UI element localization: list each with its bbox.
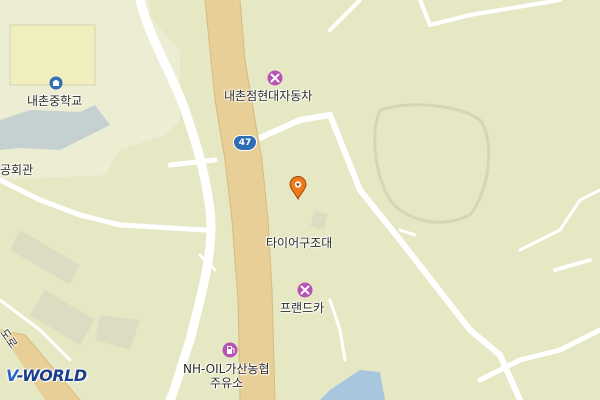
- logo-prefix: V: [6, 366, 17, 385]
- label-tire-facility[interactable]: 타이어구조대: [266, 236, 332, 250]
- vworld-logo: V-WORLD: [6, 366, 87, 385]
- map-base-layer: [0, 0, 600, 400]
- label-school[interactable]: 내촌중학교: [27, 94, 82, 108]
- school-icon[interactable]: [49, 76, 63, 90]
- label-repair-shop-2[interactable]: 프랜드카: [280, 301, 324, 315]
- label-gas-station-line2[interactable]: 주유소: [210, 376, 243, 390]
- location-pin-icon[interactable]: [289, 176, 307, 200]
- label-repair-shop-1[interactable]: 내촌점현대자동차: [224, 89, 312, 103]
- logo-text: -WORLD: [16, 366, 87, 385]
- label-hall-fragment[interactable]: 공회관: [0, 163, 33, 177]
- route-47-shield: 47: [233, 135, 257, 151]
- label-gas-station-line1[interactable]: NH-OIL가산농협: [183, 362, 270, 376]
- wrench-tools-icon[interactable]: [267, 70, 283, 86]
- wrench-tools-icon[interactable]: [297, 282, 313, 298]
- gas-station-icon[interactable]: [222, 342, 238, 358]
- map-canvas[interactable]: 47 내촌중학교 공회관 내촌점현대자동차 타이어구조대 프랜드카 NH-OIL…: [0, 0, 600, 400]
